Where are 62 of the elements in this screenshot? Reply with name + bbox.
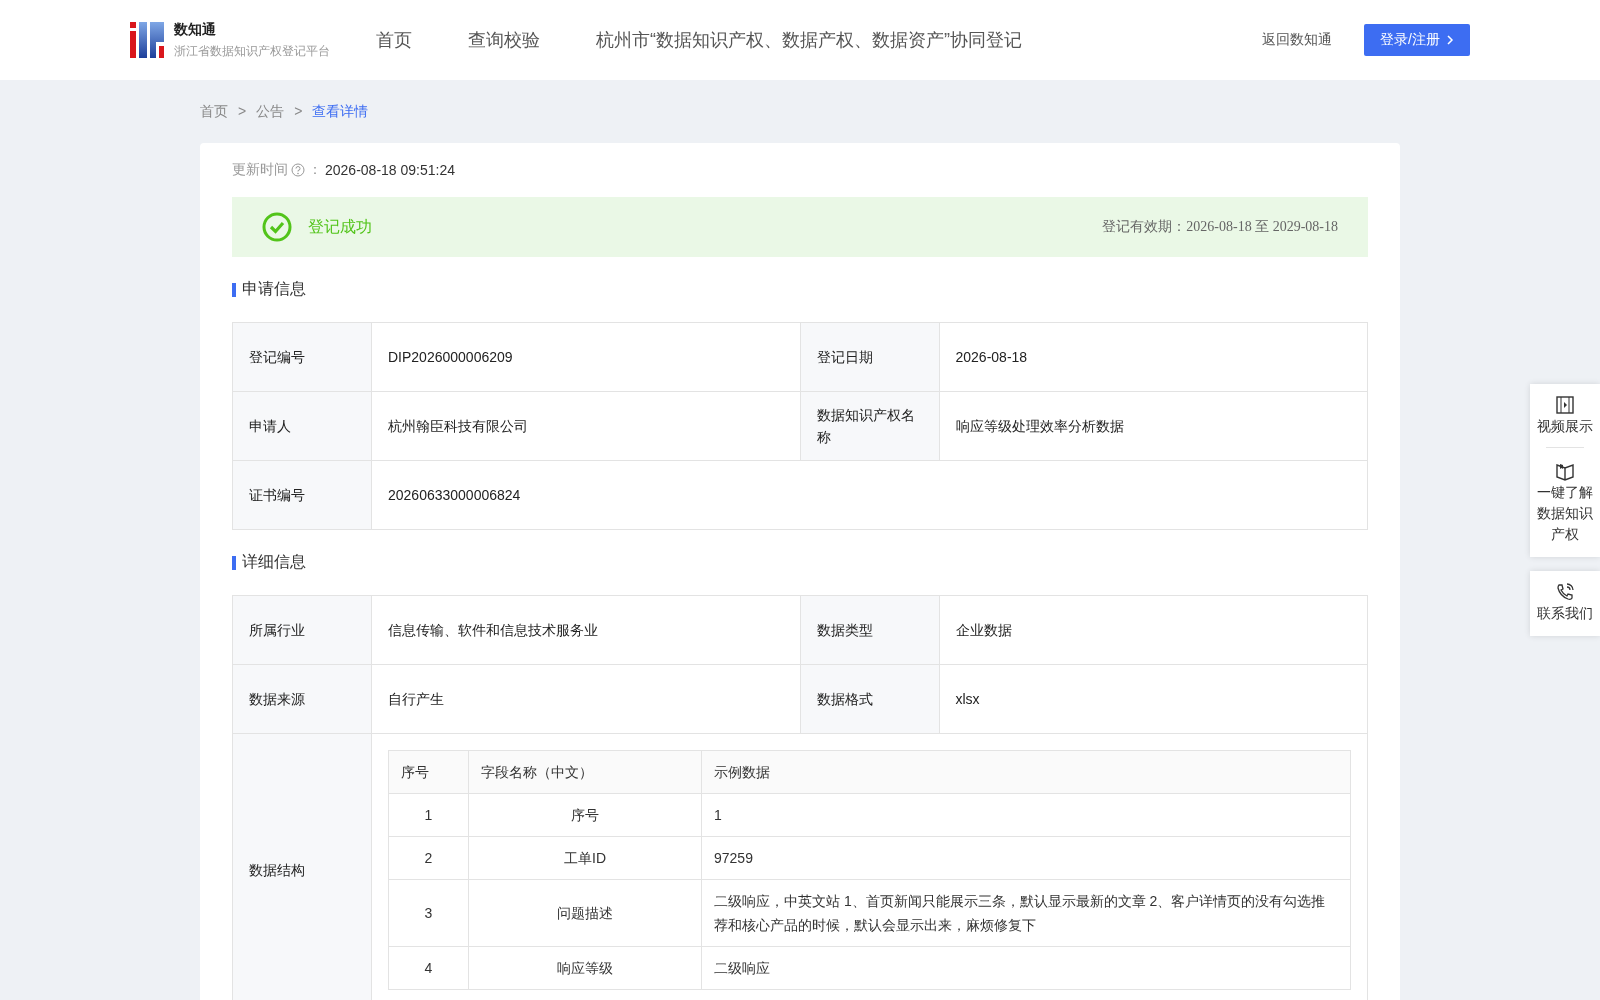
logo-subtitle: 浙江省数据知识产权登记平台 — [174, 42, 330, 60]
field-label: 申请人 — [233, 392, 372, 461]
field-label: 证书编号 — [233, 461, 372, 530]
field-label: 数据格式 — [800, 665, 940, 734]
field-value: 信息传输、软件和信息技术服务业 — [372, 596, 801, 665]
table-cell: 二级响应，中英文站 1、首页新闻只能展示三条，默认显示最新的文章 2、客户详情页的没有勾选推荐和核心产品的时候，默认会显示出来，麻烦修复下 — [702, 880, 1351, 947]
field-label: 所属行业 — [233, 596, 372, 665]
chevron-icon — [1446, 35, 1454, 45]
update-time: 2026-08-18 09:51:24 — [325, 162, 455, 178]
table-cell: 响应等级 — [469, 947, 702, 990]
section-marker — [232, 282, 236, 297]
table-cell: 序号 — [469, 794, 702, 837]
logo-title: 数知通 — [174, 20, 217, 39]
table-cell: 问题描述 — [469, 880, 702, 947]
nav-link[interactable]: 查询校验 — [468, 28, 540, 52]
field-label: 数据知识产权名称 — [800, 392, 940, 461]
column-header: 序号 — [389, 751, 469, 794]
table-cell: 4 — [389, 947, 469, 990]
breadcrumb-link[interactable]: 查看详情 — [312, 103, 369, 125]
validity-period: 登记有效期：2026-08-18 至 2029-08-18 — [1102, 218, 1338, 236]
table-cell: 3 — [389, 880, 469, 947]
field-label: 登记日期 — [800, 323, 940, 392]
nav-link[interactable]: 杭州市“数据知识产权、数据产权、数据资产”协同登记 — [596, 28, 1022, 52]
field-label: 数据类型 — [800, 596, 940, 665]
side-item[interactable]: 一键了解数据知识产权 — [1530, 450, 1600, 553]
breadcrumb-separator: > — [294, 103, 303, 121]
field-value: 20260633000006824 — [372, 461, 1368, 530]
nav-link[interactable]: 首页 — [376, 28, 412, 52]
logo-icon — [130, 22, 164, 58]
table-cell: 1 — [702, 794, 1351, 837]
field-label: 数据来源 — [233, 665, 372, 734]
section-title: 详细信息 — [242, 552, 306, 572]
back-link[interactable]: 返回数知通 — [1262, 31, 1333, 49]
login-button[interactable]: 登录/注册 — [1364, 24, 1470, 56]
update-separator: ： — [308, 161, 322, 179]
field-value: DIP2026000006209 — [372, 323, 801, 392]
help-icon — [291, 163, 305, 177]
side-item[interactable]: 视频展示 — [1530, 384, 1600, 445]
field-label: 登记编号 — [233, 323, 372, 392]
table-cell: 2 — [389, 837, 469, 880]
field-value: 企业数据 — [939, 596, 1368, 665]
phone-icon — [1554, 581, 1576, 603]
column-header: 字段名称（中文） — [469, 751, 702, 794]
table-cell: 1 — [389, 794, 469, 837]
field-value: xlsx — [939, 665, 1368, 734]
field-value: 自行产生 — [372, 665, 801, 734]
field-value: 响应等级处理效率分析数据 — [939, 392, 1368, 461]
status-text: 登记成功 — [308, 216, 373, 237]
film-icon — [1554, 394, 1576, 416]
field-value: 杭州翰臣科技有限公司 — [372, 392, 801, 461]
section-marker — [232, 555, 236, 570]
breadcrumb-separator: > — [238, 103, 247, 121]
table-cell: 97259 — [702, 837, 1351, 880]
table-cell: 二级响应 — [702, 947, 1351, 990]
field-value: 2026-08-18 — [939, 323, 1368, 392]
section-title: 申请信息 — [242, 279, 306, 299]
update-label: 更新时间 — [232, 161, 288, 179]
table-cell: 工单ID — [469, 837, 702, 880]
side-item[interactable]: 联系我们 — [1530, 571, 1600, 632]
field-label: 数据结构 — [233, 734, 372, 1000]
check-circle-icon — [262, 212, 292, 242]
column-header: 示例数据 — [702, 751, 1351, 794]
